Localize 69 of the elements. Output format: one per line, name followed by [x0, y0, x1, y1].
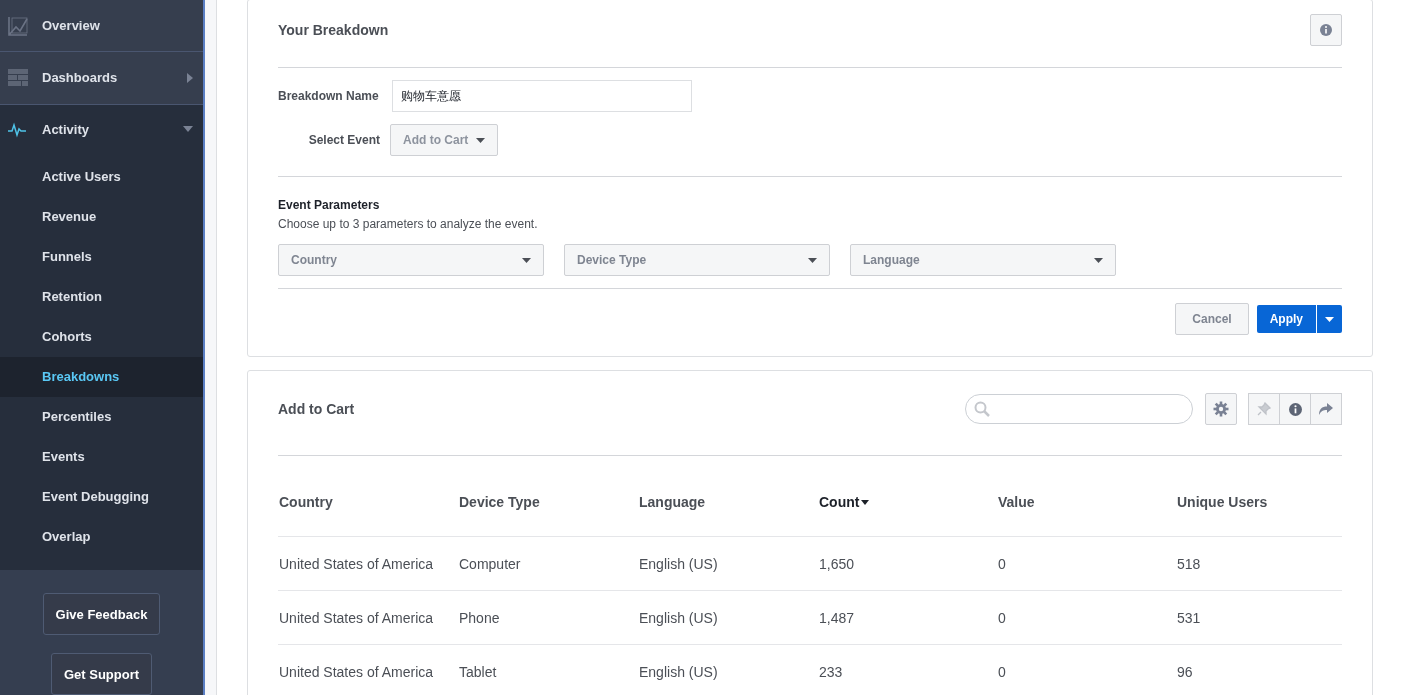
nav-subitem[interactable]: Overlap	[0, 517, 203, 557]
column-header[interactable]: Country	[279, 494, 333, 510]
table-cell: 531	[1177, 609, 1201, 626]
table-cell: 518	[1177, 555, 1201, 572]
nav-subitem[interactable]: Funnels	[0, 237, 203, 277]
table-cell: 233	[819, 663, 843, 680]
apply-menu-button[interactable]	[1317, 305, 1342, 333]
section-hint: Choose up to 3 parameters to analyze the event.	[278, 217, 539, 231]
name-field[interactable]: 购物车意愿	[392, 80, 692, 112]
settings-button[interactable]	[1205, 393, 1237, 425]
caret-icon	[808, 257, 817, 263]
card-title: Add to Cart	[278, 401, 355, 417]
caret-icon	[476, 137, 486, 143]
caret-icon	[1325, 316, 1334, 322]
table-cell: 0	[998, 663, 1006, 680]
table-cell: 0	[998, 555, 1006, 572]
grid-icon	[8, 67, 28, 88]
table-cell: Computer	[459, 555, 521, 572]
nav-item[interactable]: Overview	[0, 0, 203, 53]
caret-icon	[1094, 257, 1103, 263]
pin-icon	[1257, 402, 1271, 416]
table-cell: 0	[998, 609, 1006, 626]
nav-subitem[interactable]: Event Debugging	[0, 477, 203, 517]
nav-subitem[interactable]: Percentiles	[0, 397, 203, 437]
info-button[interactable]	[1279, 393, 1311, 425]
share-icon	[1319, 403, 1333, 415]
caret-icon	[522, 257, 531, 263]
nav-subitem[interactable]: Breakdowns	[0, 357, 203, 397]
cancel-button[interactable]: Cancel	[1175, 303, 1249, 335]
info-icon	[1288, 402, 1302, 416]
sort-caret-icon	[861, 499, 870, 505]
table-cell: 1,650	[819, 555, 855, 572]
table-cell: English (US)	[639, 555, 718, 572]
table-cell: 1,487	[819, 609, 855, 626]
nav-subitem[interactable]: Active Users	[0, 157, 203, 197]
table-cell: United States of America	[279, 555, 434, 572]
section-title: Event Parameters	[278, 198, 381, 212]
table-cell: English (US)	[639, 609, 718, 626]
nav-subitem[interactable]: Revenue	[0, 197, 203, 237]
field-label: Breakdown Name	[278, 89, 380, 103]
nav-subitem[interactable]: Cohorts	[0, 317, 203, 357]
apply-button[interactable]: Apply	[1256, 305, 1316, 333]
info-icon	[1320, 24, 1332, 36]
caret-icon	[183, 126, 193, 133]
nav-item[interactable]: Dashboards	[0, 52, 203, 105]
column-header[interactable]: Count	[819, 494, 870, 510]
column-header[interactable]: Value	[998, 494, 1035, 510]
share-button[interactable]	[1310, 393, 1342, 425]
sidebar-button[interactable]: Get Support	[50, 653, 153, 695]
column-header[interactable]: Device Type	[459, 494, 540, 510]
nav-subitem[interactable]: Events	[0, 437, 203, 477]
table-cell: 96	[1177, 663, 1193, 680]
column-header[interactable]: Unique Users	[1177, 494, 1268, 510]
line-chart-icon	[8, 15, 28, 36]
caret-icon	[187, 72, 193, 83]
table-cell: Phone	[459, 609, 500, 626]
table-cell: Tablet	[459, 663, 497, 680]
sidebar-button[interactable]: Give Feedback	[42, 593, 161, 635]
gear-icon	[1213, 401, 1229, 417]
info-button[interactable]	[1310, 14, 1342, 46]
search-icon	[974, 401, 990, 417]
nav-subitem[interactable]: Retention	[0, 277, 203, 317]
parameter-dropdown[interactable]: Device Type	[564, 244, 830, 276]
field-label: Select Event	[307, 133, 381, 147]
card-title: Your Breakdown	[278, 22, 389, 38]
table-cell: English (US)	[639, 663, 718, 680]
column-header[interactable]: Language	[639, 494, 706, 510]
table-cell: United States of America	[279, 609, 434, 626]
table-cell: United States of America	[279, 663, 434, 680]
